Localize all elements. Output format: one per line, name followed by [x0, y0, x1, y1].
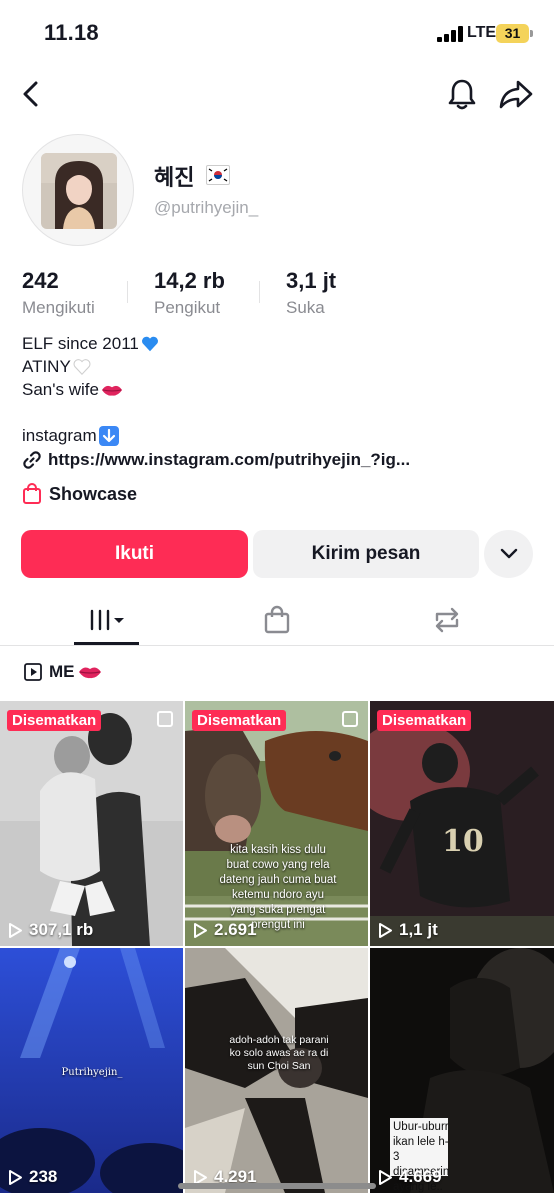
share-icon	[499, 80, 533, 109]
display-name: 혜진	[154, 165, 195, 190]
bio: ELF since 2011 ATINY San's wife instagra…	[22, 332, 159, 447]
play-icon	[194, 922, 207, 938]
lips-icon	[101, 385, 123, 396]
play-icon	[379, 922, 392, 938]
showcase-link[interactable]: Showcase	[22, 483, 137, 505]
tab-showcase[interactable]	[244, 594, 310, 645]
bio-link[interactable]: https://www.instagram.com/putrihyejin_?i…	[22, 450, 410, 470]
video-caption: Putrihyejin_	[61, 1067, 123, 1078]
bio-line: ELF since 2011	[22, 332, 159, 355]
grid-icon	[90, 609, 124, 630]
video-tile[interactable]: Disematkan kita kasih kiss dulu buat cow…	[185, 701, 368, 946]
stat-following[interactable]: 242 Mengikuti	[22, 268, 95, 318]
content-tabs	[0, 594, 554, 646]
shopping-bag-icon	[23, 483, 41, 504]
play-icon	[9, 1169, 22, 1185]
stat-likes[interactable]: 3,1 jt Suka	[286, 268, 336, 318]
playlist-chip[interactable]: ME	[24, 662, 102, 682]
link-icon	[23, 451, 41, 469]
likes-count: 3,1 jt	[286, 268, 337, 293]
link-text: https://www.instagram.com/putrihyejin_?i…	[48, 450, 411, 469]
svg-text:10: 10	[442, 824, 484, 859]
lips-icon	[78, 667, 101, 679]
view-count-text: 4.669	[399, 1167, 442, 1186]
video-thumbnail	[0, 701, 183, 946]
bio-line: ATINY	[22, 355, 159, 378]
photo-carousel-icon	[157, 711, 173, 727]
pinned-badge: Disematkan	[7, 710, 102, 731]
video-tile[interactable]: Disematkan 307,1 rb	[0, 701, 183, 946]
active-tab-indicator	[74, 642, 139, 645]
video-tile[interactable]: 10 Disematkan 1,1 jt	[370, 701, 554, 946]
stat-followers[interactable]: 14,2 rb Pengikut	[154, 268, 225, 318]
video-tile[interactable]: Ubur-uburr ikan lele h-3 disamperin ayan…	[370, 948, 554, 1193]
view-count-text: 2.691	[214, 920, 257, 939]
white-heart-icon	[73, 358, 91, 375]
network-type: LTE	[467, 24, 497, 41]
chevron-down-icon	[500, 548, 517, 559]
pinned-badge: Disematkan	[192, 710, 287, 731]
playlist-icon	[24, 663, 42, 681]
bio-text: San's wife	[22, 380, 99, 399]
username: @putrihyejin_	[154, 198, 259, 217]
back-button[interactable]	[14, 76, 48, 112]
tab-reposts[interactable]	[414, 594, 480, 645]
share-button[interactable]	[497, 76, 535, 112]
shopping-bag-icon	[264, 605, 290, 633]
view-count-text: 1,1 jt	[399, 920, 438, 939]
tab-videos[interactable]	[74, 594, 139, 645]
stat-divider	[127, 281, 128, 303]
play-icon	[9, 922, 22, 938]
view-count: 307,1 rb	[8, 920, 93, 940]
followers-label: Pengikut	[154, 298, 221, 317]
showcase-label: Showcase	[49, 483, 138, 504]
following-label: Mengikuti	[22, 298, 95, 317]
status-bar: 11.18 LTE 31	[0, 0, 554, 66]
view-count: 238	[8, 1167, 57, 1187]
view-count: 2.691	[193, 920, 257, 940]
follow-button[interactable]: Ikuti	[21, 530, 248, 578]
signal-icon	[437, 26, 463, 42]
battery-nub	[530, 30, 533, 37]
blue-heart-icon	[141, 336, 158, 351]
status-time: 11.18	[44, 20, 99, 45]
view-count-text: 238	[29, 1167, 58, 1186]
view-count: 4.669	[378, 1167, 442, 1187]
likes-label: Suka	[286, 298, 325, 317]
bio-line: San's wife	[22, 378, 159, 401]
avatar-photo	[41, 153, 117, 229]
photo-carousel-icon	[342, 711, 358, 727]
view-count: 1,1 jt	[378, 920, 438, 940]
video-tile[interactable]: adoh-adoh tak parani ko solo awas ae ra …	[185, 948, 368, 1193]
bio-text: instagram	[22, 426, 97, 445]
video-caption: adoh-adoh tak parani ko solo awas ae ra …	[229, 1034, 329, 1072]
battery-icon: 31	[496, 24, 529, 43]
stat-divider	[259, 281, 260, 303]
video-thumbnail: 10	[370, 701, 554, 946]
korea-flag-icon	[206, 165, 230, 185]
bio-line: instagram	[22, 424, 159, 447]
repost-icon	[435, 607, 459, 632]
avatar[interactable]	[22, 134, 134, 246]
bio-text: ATINY	[22, 357, 71, 376]
pinned-badge: Disematkan	[377, 710, 472, 731]
chevron-left-icon	[23, 81, 38, 107]
arrow-down-icon	[98, 425, 119, 446]
home-indicator[interactable]	[178, 1183, 376, 1189]
more-options-button[interactable]	[484, 530, 533, 578]
notification-bell-button[interactable]	[444, 76, 480, 112]
message-button[interactable]: Kirim pesan	[253, 530, 479, 578]
following-count: 242	[22, 268, 59, 293]
video-tile[interactable]: Putrihyejin_ 238	[0, 948, 183, 1193]
followers-count: 14,2 rb	[154, 268, 225, 293]
playlist-label: ME	[49, 662, 75, 681]
play-icon	[379, 1169, 392, 1185]
bell-icon	[448, 79, 476, 110]
view-count-text: 307,1 rb	[29, 920, 94, 939]
bio-text: ELF since 2011	[22, 334, 139, 353]
